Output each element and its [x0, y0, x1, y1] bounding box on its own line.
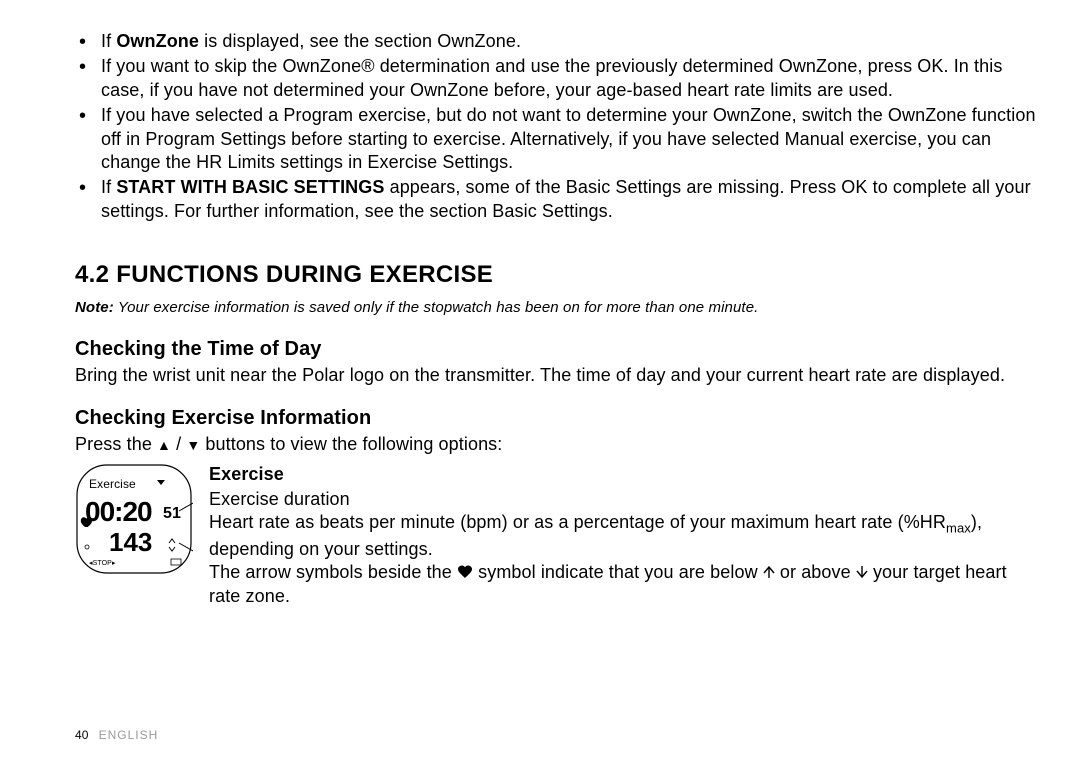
text: Heart rate as beats per minute (bpm) or … [209, 512, 946, 532]
down-triangle-icon: ▼ [186, 438, 200, 452]
text: If [101, 177, 116, 197]
subheading-exercise-info: Checking Exercise Information [75, 405, 1040, 431]
footer-language: ENGLISH [99, 728, 159, 742]
text: buttons to view the following options: [200, 434, 502, 454]
heart-icon [457, 562, 473, 585]
note: Note: Your exercise information is saved… [75, 298, 1040, 318]
page-number: 40 [75, 728, 89, 742]
note-label: Note: [75, 299, 114, 316]
text: or above [775, 562, 856, 582]
watch-illustration: Exercise 00:20 51 143 ◂STOP▸ [75, 463, 193, 581]
subheading-time-of-day: Checking the Time of Day [75, 336, 1040, 362]
intro-bullet-list: If OwnZone is displayed, see the section… [75, 30, 1040, 223]
bullet-ownzone-displayed: If OwnZone is displayed, see the section… [75, 30, 1040, 53]
watch-stop-label: ◂STOP▸ [89, 560, 116, 567]
paragraph-press-buttons: Press the ▲ / ▼ buttons to view the foll… [75, 433, 1040, 456]
text: is displayed, see the section OwnZone. [199, 31, 521, 51]
bullet-start-basic-settings: If START WITH BASIC SETTINGS appears, so… [75, 176, 1040, 223]
exercise-option-row: Exercise 00:20 51 143 ◂STOP▸ Ex [75, 463, 1040, 609]
exercise-line-arrows: The arrow symbols beside the symbol indi… [209, 561, 1040, 608]
text: symbol indicate that you are below [473, 562, 763, 582]
watch-hr: 143 [109, 527, 152, 557]
bullet-skip-ownzone: If you want to skip the OwnZone® determi… [75, 55, 1040, 102]
exercise-description: Exercise Exercise duration Heart rate as… [209, 463, 1040, 609]
up-triangle-icon: ▲ [157, 438, 171, 452]
watch-seconds: 51 [163, 505, 181, 522]
text-bold: START WITH BASIC SETTINGS [116, 177, 384, 197]
bullet-program-exercise: If you have selected a Program exercise,… [75, 104, 1040, 174]
text: Press the [75, 434, 157, 454]
text: If [101, 31, 116, 51]
exercise-title: Exercise [209, 463, 1040, 486]
section-heading: 4.2 FUNCTIONS DURING EXERCISE [75, 259, 1040, 290]
page-footer: 40 ENGLISH [75, 728, 158, 744]
subscript: max [946, 521, 971, 536]
arrow-up-outline-icon [763, 562, 775, 585]
exercise-line-hr: Heart rate as beats per minute (bpm) or … [209, 511, 1040, 561]
watch-time: 00:20 [85, 496, 152, 527]
text: The arrow symbols beside the [209, 562, 457, 582]
watch-label: Exercise [89, 477, 136, 491]
text-bold: OwnZone [116, 31, 199, 51]
paragraph-time-of-day: Bring the wrist unit near the Polar logo… [75, 364, 1040, 387]
arrow-down-outline-icon [856, 562, 868, 585]
exercise-line-duration: Exercise duration [209, 488, 1040, 511]
note-text: Your exercise information is saved only … [114, 299, 759, 316]
